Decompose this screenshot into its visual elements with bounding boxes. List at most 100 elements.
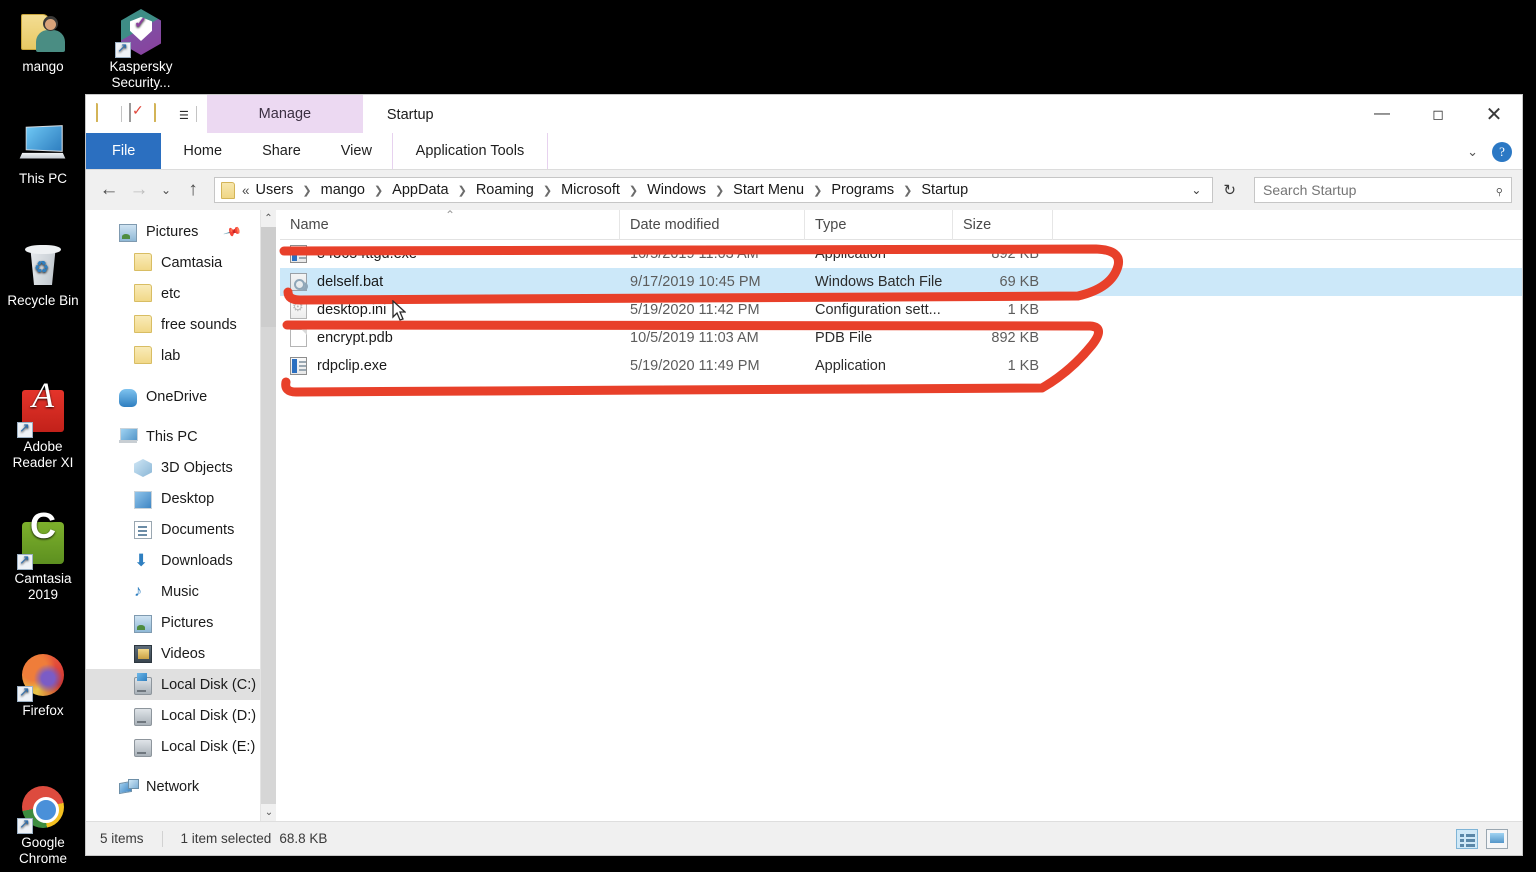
breadcrumb-item-microsoft[interactable]: Microsoft	[561, 182, 620, 198]
help-icon[interactable]: ?	[1492, 141, 1512, 162]
sidebar-item-videos[interactable]: Videos	[86, 638, 276, 669]
breadcrumb-item-roaming[interactable]: Roaming	[476, 182, 534, 198]
breadcrumb-item-startup[interactable]: Startup	[921, 182, 968, 198]
sidebar-item-local-disk-c[interactable]: Local Disk (C:)	[86, 669, 276, 700]
sidebar-item-label: etc	[161, 285, 181, 302]
table-row[interactable]: desktop.ini 5/19/2020 11:42 PM Configura…	[280, 296, 1522, 324]
column-header-size[interactable]: Size	[953, 209, 1053, 240]
file-name-cell[interactable]: desktop.ini	[280, 301, 620, 319]
chevron-down-icon[interactable]: ⌄	[1184, 183, 1208, 197]
sidebar-item-local-disk-e[interactable]: Local Disk (E:)	[86, 731, 276, 762]
chevron-down-icon[interactable]: ⌄	[261, 804, 276, 821]
refresh-icon[interactable]: ↻	[1217, 181, 1242, 199]
scrollbar-thumb[interactable]	[261, 227, 276, 327]
navigation-pane-scrollbar[interactable]: ⌃ ⌄	[260, 210, 276, 821]
breadcrumb-item-windows[interactable]: Windows	[647, 182, 706, 198]
shortcut-badge-icon	[17, 420, 33, 438]
close-button[interactable]: ✕	[1466, 95, 1522, 133]
desktop-icon-adobe-reader[interactable]: Adobe Reader XI	[0, 387, 86, 471]
sidebar-item-3d-objects[interactable]: 3D Objects	[86, 452, 276, 483]
column-header-type[interactable]: Type	[805, 209, 953, 240]
large-icons-view-icon[interactable]	[1486, 828, 1508, 849]
breadcrumb-item-appdata[interactable]: AppData	[392, 182, 448, 198]
desktop-icon-mango[interactable]: mango	[0, 8, 86, 75]
sidebar-item-label: Videos	[161, 645, 206, 662]
sidebar-item-pictures-quick[interactable]: Pictures 📌	[86, 216, 276, 247]
column-header-name[interactable]: Name	[280, 209, 620, 240]
sidebar-item-camtasia[interactable]: Camtasia	[86, 247, 276, 278]
desktop-icon-this-pc[interactable]: This PC	[0, 120, 86, 187]
breadcrumb-item-start-menu[interactable]: Start Menu	[733, 182, 804, 198]
status-item-count: 5 items	[100, 831, 144, 846]
table-row[interactable]: rdpclip.exe 5/19/2020 11:49 PM Applicati…	[280, 352, 1522, 380]
tab-application-tools[interactable]: Application Tools	[391, 133, 548, 169]
chevron-right-icon[interactable]: ❯	[804, 184, 831, 197]
sidebar-item-lab[interactable]: lab	[86, 340, 276, 371]
sidebar-item-documents[interactable]: Documents	[86, 514, 276, 545]
sidebar-item-desktop[interactable]: Desktop	[86, 483, 276, 514]
pin-icon[interactable]: 📌	[223, 222, 243, 242]
sidebar-item-local-disk-d[interactable]: Local Disk (D:)	[86, 700, 276, 731]
folder-icon	[134, 253, 152, 271]
search-input[interactable]	[1263, 182, 1495, 198]
breadcrumb-overflow[interactable]: «	[242, 183, 250, 198]
chevron-right-icon[interactable]: ❯	[534, 184, 561, 197]
table-row[interactable]: encrypt.pdb 10/5/2019 11:03 AM PDB File …	[280, 324, 1522, 352]
desktop-icon-firefox[interactable]: Firefox	[0, 652, 86, 719]
chevron-right-icon[interactable]: ❯	[449, 184, 476, 197]
desktop-icon-chrome[interactable]: Google Chrome	[0, 784, 86, 867]
sidebar-item-label: Local Disk (E:)	[161, 738, 256, 755]
file-name-cell[interactable]: rdpclip.exe	[280, 357, 620, 375]
details-view-icon[interactable]	[1456, 828, 1478, 849]
new-folder-icon[interactable]	[154, 103, 172, 124]
customize-caret-icon[interactable]: ☰	[179, 109, 189, 122]
sidebar-item-this-pc[interactable]: This PC	[86, 421, 276, 452]
tab-file[interactable]: File	[86, 133, 162, 169]
tab-share[interactable]: Share	[242, 133, 321, 169]
up-arrow-icon[interactable]: ↑	[180, 176, 206, 204]
contextual-tab-group-manage[interactable]: Manage	[206, 95, 363, 133]
chevron-right-icon[interactable]: ❯	[365, 184, 392, 197]
properties-icon[interactable]	[129, 103, 147, 124]
folder-icon	[134, 315, 152, 333]
file-name-cell[interactable]: delself.bat	[280, 273, 620, 291]
breadcrumb-item-users[interactable]: Users	[256, 182, 294, 198]
desktop-icon-camtasia[interactable]: Camtasia 2019	[0, 518, 86, 603]
tab-home[interactable]: Home	[163, 133, 242, 169]
scrollbar-track[interactable]	[261, 327, 276, 804]
search-box[interactable]: ⌕	[1254, 177, 1512, 203]
chevron-up-icon[interactable]: ⌃	[261, 210, 276, 227]
table-row[interactable]: 543654ttgd.exe 10/5/2019 11:03 AM Applic…	[280, 240, 1522, 268]
recent-locations-caret-icon[interactable]: ⌄	[156, 176, 176, 204]
back-arrow-icon[interactable]: ←	[96, 176, 122, 204]
forward-arrow-icon[interactable]: →	[126, 176, 152, 204]
sidebar-item-network[interactable]: Network	[86, 771, 276, 802]
breadcrumb-item-mango[interactable]: mango	[321, 182, 365, 198]
chevron-down-icon[interactable]: ⌄	[1467, 144, 1478, 160]
folder-icon[interactable]	[96, 103, 114, 124]
chevron-right-icon[interactable]: ❯	[706, 184, 733, 197]
file-name-cell[interactable]: 543654ttgd.exe	[280, 245, 620, 263]
sidebar-item-free-sounds[interactable]: free sounds	[86, 309, 276, 340]
sidebar-item-onedrive[interactable]: OneDrive	[86, 381, 276, 412]
breadcrumb-item-programs[interactable]: Programs	[831, 182, 894, 198]
maximize-button[interactable]: ◻	[1410, 95, 1466, 133]
chevron-right-icon[interactable]: ❯	[620, 184, 647, 197]
desktop-icon-kaspersky[interactable]: Kaspersky Security...	[95, 8, 187, 91]
breadcrumb-bar[interactable]: « Users ❯ mango ❯ AppData ❯ Roaming ❯ Mi…	[214, 177, 1214, 203]
sidebar-item-downloads[interactable]: ⬇ Downloads	[86, 545, 276, 576]
tab-view[interactable]: View	[321, 133, 392, 169]
chevron-right-icon[interactable]: ❯	[894, 184, 921, 197]
sidebar-item-label: lab	[161, 347, 181, 364]
sidebar-item-music[interactable]: ♪ Music	[86, 576, 276, 607]
address-bar: ← → ⌄ ↑ « Users ❯ mango ❯ AppData ❯ Roam…	[86, 170, 1522, 210]
chevron-right-icon[interactable]: ❯	[293, 184, 320, 197]
column-header-date-modified[interactable]: Date modified	[620, 209, 805, 240]
file-name-cell[interactable]: encrypt.pdb	[280, 329, 620, 347]
file-size: 69 KB	[999, 274, 1040, 290]
desktop-icon-recycle-bin[interactable]: ♻ Recycle Bin	[0, 242, 86, 309]
table-row[interactable]: delself.bat 9/17/2019 10:45 PM Windows B…	[280, 268, 1522, 296]
sidebar-item-pictures[interactable]: Pictures	[86, 607, 276, 638]
sidebar-item-etc[interactable]: etc	[86, 278, 276, 309]
minimize-button[interactable]: —	[1354, 95, 1410, 133]
